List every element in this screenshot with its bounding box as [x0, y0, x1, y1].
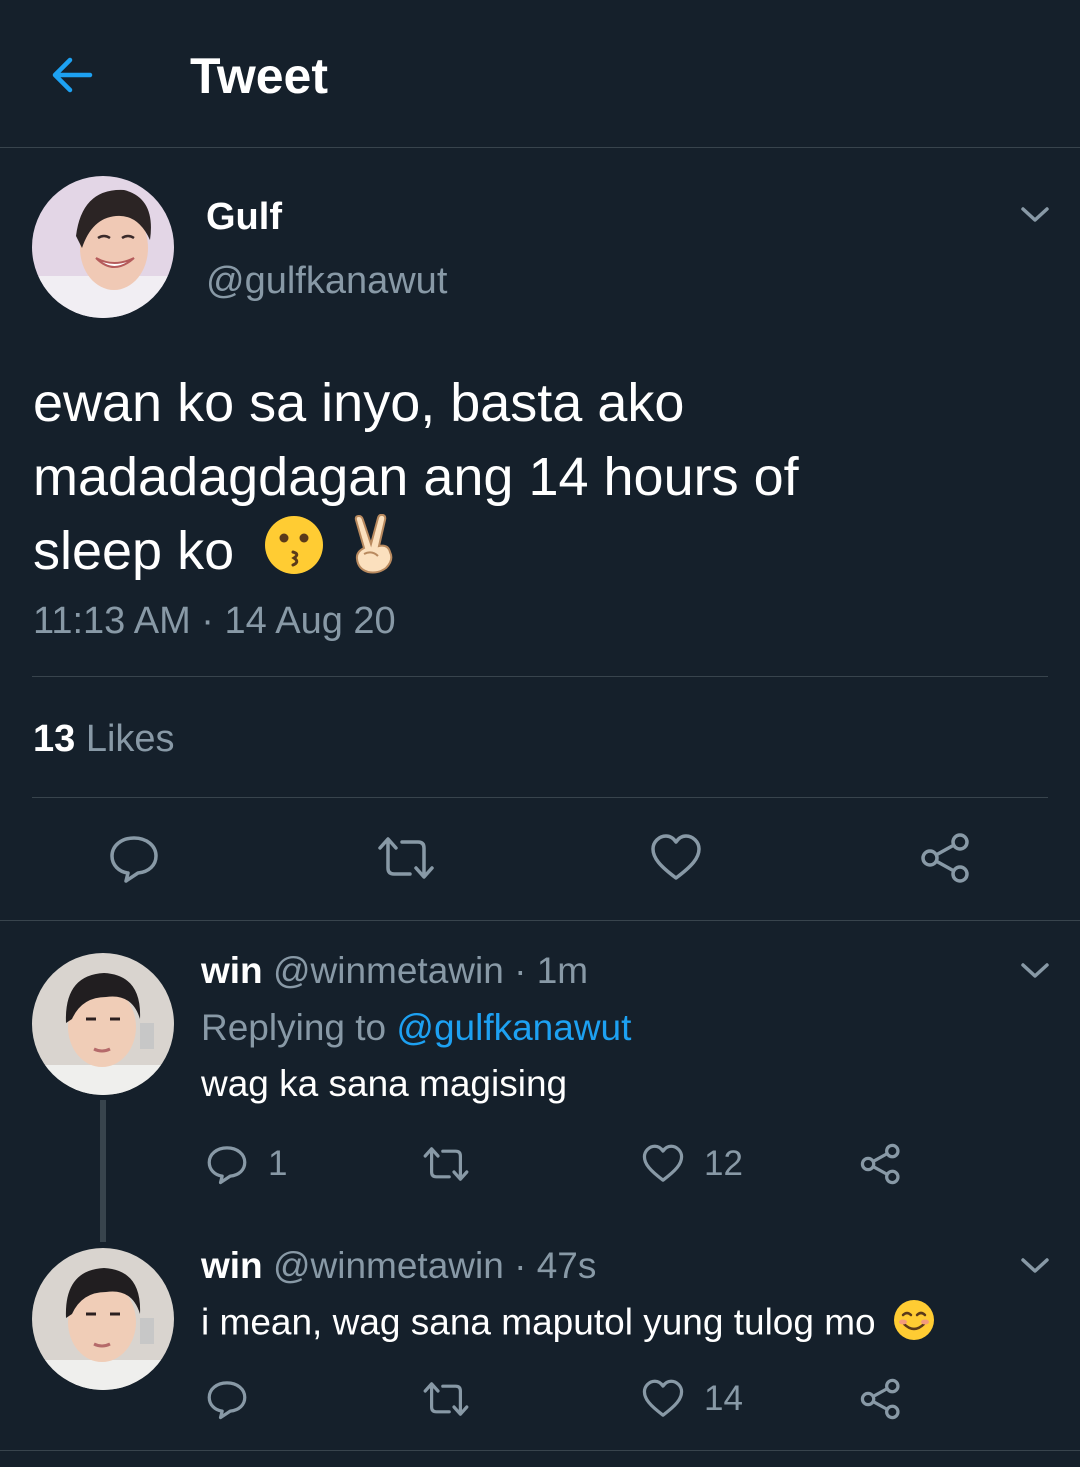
reply-icon[interactable] [206, 1143, 248, 1185]
like-count: 12 [704, 1144, 743, 1183]
tweet-text-line: sleep ko [33, 514, 1033, 595]
replying-to: Replying to @gulfkanawut [201, 1007, 631, 1049]
divider [0, 1450, 1080, 1451]
reply-icon[interactable] [206, 1378, 248, 1420]
reply-count: 1 [268, 1144, 288, 1183]
tweet-text-line-end: sleep ko [33, 521, 235, 581]
reply-icon[interactable] [108, 832, 160, 884]
retweet-icon[interactable] [422, 1143, 470, 1185]
share-icon[interactable] [860, 1143, 902, 1185]
reply-time: · 47s [514, 1245, 597, 1286]
retweet-icon[interactable] [422, 1378, 470, 1420]
reply-author-name[interactable]: win [201, 950, 263, 991]
tweet-timestamp[interactable]: 11:13 AM · 14 Aug 20 [33, 600, 396, 642]
divider [32, 676, 1048, 677]
author-name: Gulf [206, 196, 282, 238]
author-handle: @gulfkanawut [206, 260, 448, 302]
likes-label: Likes [85, 718, 175, 760]
divider [0, 920, 1080, 921]
reply-text: wag ka sana magising [201, 1063, 568, 1104]
share-icon[interactable] [920, 832, 972, 884]
reply-header: win @winmetawin · 1m [201, 950, 588, 992]
divider [32, 797, 1048, 798]
reply-text: i mean, wag sana maputol yung tulog mo [201, 1298, 936, 1351]
likes-count: 13 [33, 718, 76, 760]
avatar[interactable] [32, 953, 174, 1095]
tweet-text-line: ewan ko sa inyo, basta ako [33, 373, 685, 433]
avatar[interactable] [32, 1248, 174, 1390]
replying-prefix: Replying to [201, 1007, 387, 1048]
tweet-text-line: madadagdagan ang 14 hours of [33, 447, 799, 507]
like-icon[interactable] [642, 1143, 684, 1185]
page-title: Tweet [190, 48, 328, 104]
avatar[interactable] [32, 176, 174, 318]
retweet-icon[interactable] [376, 832, 434, 884]
top-bar [0, 0, 1080, 148]
like-icon[interactable] [650, 832, 702, 884]
reply-text-content: i mean, wag sana maputol yung tulog mo [201, 1301, 876, 1343]
tweet-text: ewan ko sa inyo, basta ako madadagdagan … [33, 366, 1033, 595]
reply-author-name[interactable]: win [201, 1245, 263, 1286]
arrow-left-icon[interactable] [50, 52, 96, 98]
kissing-face-emoji [263, 514, 325, 595]
chevron-down-icon[interactable] [1020, 205, 1050, 225]
smiling-face-emoji [892, 1298, 936, 1351]
like-count: 14 [704, 1379, 743, 1418]
reply-header: win @winmetawin · 47s [201, 1245, 596, 1287]
replying-to-link[interactable]: @gulfkanawut [396, 1007, 631, 1048]
victory-hand-emoji [348, 514, 402, 595]
like-icon[interactable] [642, 1378, 684, 1420]
chevron-down-icon[interactable] [1020, 961, 1050, 981]
reply-author-handle[interactable]: @winmetawin [273, 1245, 504, 1286]
share-icon[interactable] [860, 1378, 902, 1420]
reply-author-handle[interactable]: @winmetawin [273, 950, 504, 991]
chevron-down-icon[interactable] [1020, 1256, 1050, 1276]
likes-summary[interactable]: 13 Likes [33, 718, 175, 760]
reply-time: · 1m [514, 950, 589, 991]
thread-connector [100, 1100, 106, 1242]
